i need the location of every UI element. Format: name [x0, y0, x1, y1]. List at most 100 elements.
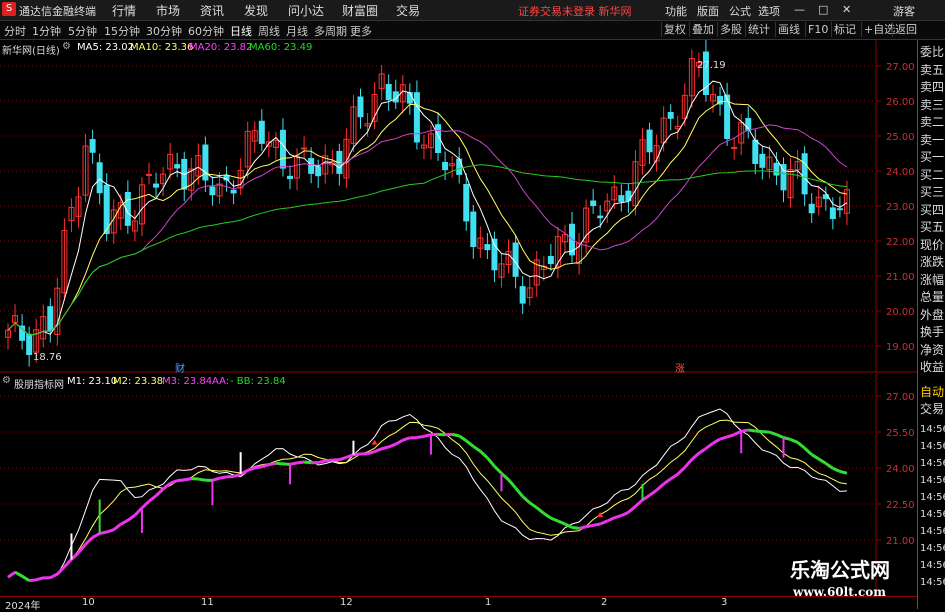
tool-duogu[interactable]: 多股: [717, 22, 744, 37]
period-daily[interactable]: 日线: [230, 23, 252, 39]
main-kline-panel[interactable]: 27.0026.0025.0024.0023.0022.0021.0020.00…: [0, 40, 917, 373]
indicator-line: [184, 479, 191, 480]
candle-body: [548, 256, 553, 263]
indicator-settings-icon[interactable]: ⚙: [2, 375, 11, 386]
indicator-line: [516, 488, 523, 497]
trade-time: 14:56: [920, 541, 945, 556]
login-notice[interactable]: 证券交易未登录 新华网: [518, 3, 632, 19]
menu-caifuquan[interactable]: 财富圈: [342, 2, 378, 19]
indicator-line: [509, 480, 516, 488]
indicator-line: [170, 481, 177, 484]
app-logo-icon: S: [2, 2, 16, 16]
menu-xuanxiang[interactable]: 选项: [758, 3, 780, 19]
tool-fanhui[interactable]: 返回: [892, 22, 919, 37]
menu-wenxiaoda[interactable]: 问小达: [288, 2, 324, 19]
user-label[interactable]: 游客: [893, 3, 915, 19]
maximize-button[interactable]: □: [818, 3, 828, 16]
indicator-chart[interactable]: 27.0025.5024.0022.5021.00: [0, 374, 917, 596]
x-tick: 2024年: [5, 597, 40, 612]
period-fenshi[interactable]: 分时: [4, 23, 26, 39]
quote-label: 买三: [920, 185, 945, 200]
indicator-line: [579, 527, 586, 529]
buy-arrow-icon: [597, 512, 603, 517]
period-more[interactable]: 更多: [350, 23, 372, 39]
indicator-line: [551, 518, 558, 521]
minimize-button[interactable]: —: [794, 3, 805, 16]
menu-shichang[interactable]: 市场: [156, 2, 180, 19]
y-tick-label: 22.50: [886, 500, 915, 511]
tool-tongji[interactable]: 统计: [745, 22, 772, 37]
indicator-line: [523, 496, 530, 502]
candle-body: [485, 245, 490, 250]
indicator-line: [71, 553, 78, 560]
candle-body: [407, 93, 412, 104]
indicator-line: [100, 532, 107, 534]
menu-zixun[interactable]: 资讯: [200, 2, 224, 19]
indicator-name: 股朋指标网: [14, 376, 64, 391]
quote-label: 涨幅: [920, 273, 945, 288]
period-15min[interactable]: 15分钟: [104, 23, 140, 39]
ma5-line: [8, 81, 847, 335]
menu-banmian[interactable]: 版面: [697, 3, 719, 19]
tool-f10[interactable]: F10: [805, 22, 830, 37]
quote-label: 卖二: [920, 115, 945, 130]
menu-gongshi[interactable]: 公式: [729, 3, 751, 19]
settings-gear-icon[interactable]: ⚙: [62, 41, 71, 52]
menu-gongneng[interactable]: 功能: [665, 3, 687, 19]
tool-fuquan[interactable]: 复权: [661, 22, 688, 37]
menu-hangqing[interactable]: 行情: [112, 2, 136, 19]
period-1min[interactable]: 1分钟: [32, 23, 61, 39]
indicator-line: [692, 453, 699, 459]
indicator-line: [135, 508, 142, 515]
period-multi[interactable]: 多周期: [314, 23, 347, 39]
period-weekly[interactable]: 周线: [258, 23, 280, 39]
period-monthly[interactable]: 月线: [286, 23, 308, 39]
close-button[interactable]: ✕: [842, 3, 851, 16]
indicator-line: [671, 474, 678, 479]
indicator-line: [572, 527, 579, 528]
stock-name: 新华网(日线): [2, 42, 60, 57]
quote-label: 买四: [920, 203, 945, 218]
indicator-line: [748, 430, 755, 431]
tab-trade[interactable]: 交易: [920, 402, 945, 417]
period-5min[interactable]: 5分钟: [68, 23, 97, 39]
indicator-line: [156, 489, 163, 496]
indicator-line: [114, 524, 121, 529]
indicator-line: [664, 479, 671, 484]
finance-marker[interactable]: 财: [175, 360, 185, 375]
indicator-line: [339, 457, 346, 459]
indicator-line: [755, 431, 762, 432]
candle-body: [464, 185, 469, 221]
indicator-line: [93, 534, 100, 538]
menu-jiaoyi[interactable]: 交易: [396, 2, 420, 19]
tool-diejia[interactable]: 叠加: [689, 22, 716, 37]
indicator-line: [480, 451, 487, 458]
period-60min[interactable]: 60分钟: [188, 23, 224, 39]
y-tick-label: 21.00: [886, 272, 915, 283]
menu-faxian[interactable]: 发现: [244, 2, 268, 19]
candle-body: [302, 148, 307, 149]
indicator-line: [346, 455, 353, 458]
rise-marker[interactable]: 涨: [675, 360, 685, 375]
tool-biaoji[interactable]: 标记: [831, 22, 858, 37]
period-30min[interactable]: 30分钟: [146, 23, 182, 39]
tool-huaxian[interactable]: 画线: [775, 22, 802, 37]
indicator-line: [86, 537, 93, 544]
indicator-line: [142, 501, 149, 508]
indicator-line: [544, 513, 551, 518]
candle-body: [90, 140, 95, 153]
indicator-line: [107, 530, 114, 532]
indicator-panel[interactable]: 27.0025.5024.0022.5021.00 ⚙ 股朋指标网 M1: 23…: [0, 374, 917, 596]
tab-auto[interactable]: 自动: [920, 385, 945, 400]
x-axis: 2024年 10 11 12 1 2 3: [0, 596, 917, 610]
quote-label: 买二: [920, 168, 945, 183]
trade-time: 14:56: [920, 422, 945, 437]
kline-chart[interactable]: 27.0026.0025.0024.0023.0022.0021.0020.00…: [0, 40, 917, 373]
indicator-line: [741, 430, 748, 431]
indicator-line: [50, 574, 57, 578]
candle-body: [154, 184, 159, 187]
ma20-label: MA20: 23.82: [189, 42, 252, 53]
x-tick: 2: [601, 597, 607, 608]
indicator-line: [375, 449, 382, 452]
indicator-line: [635, 500, 642, 506]
